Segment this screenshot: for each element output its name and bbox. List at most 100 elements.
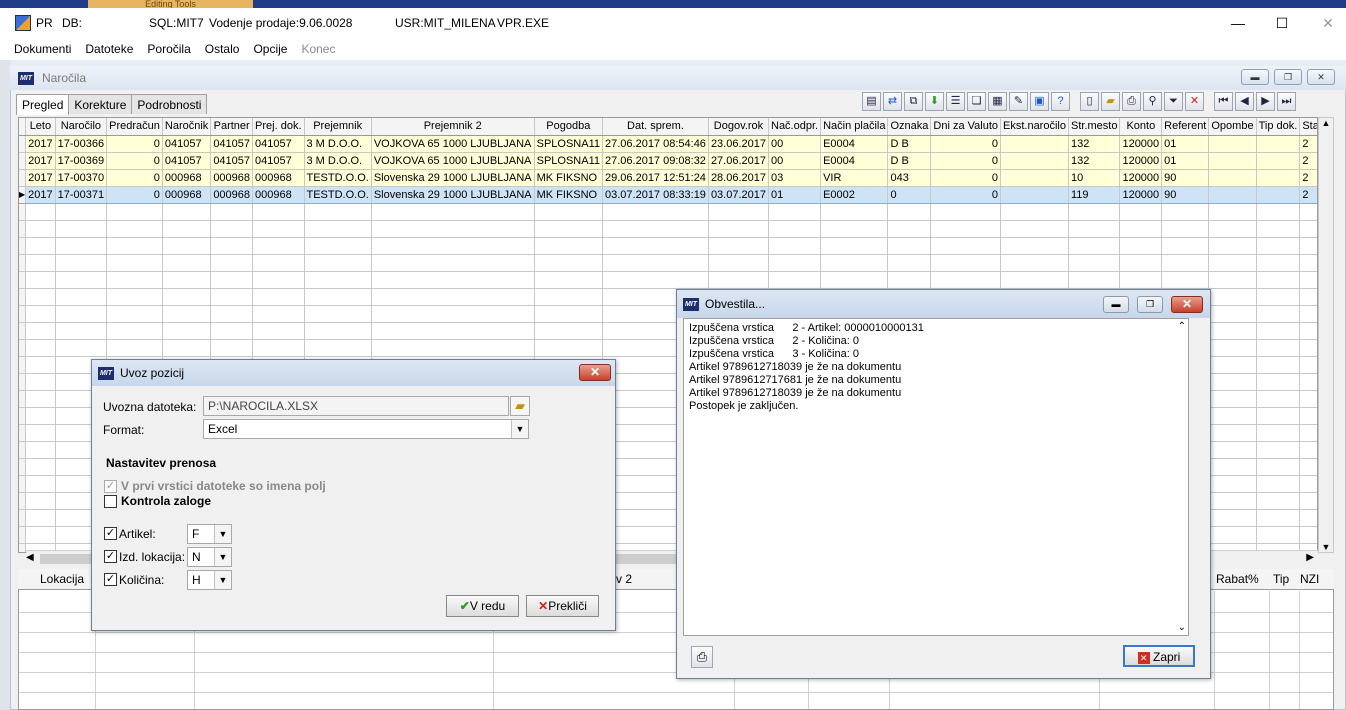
column-header[interactable]: Referent — [1161, 118, 1210, 136]
column-header[interactable]: Konto — [1119, 118, 1163, 136]
column-header[interactable]: Dat. sprem. — [602, 118, 709, 136]
messages-textarea[interactable]: Izpuščena vrstica 2 - Artikel: 000001000… — [683, 318, 1189, 636]
copy-icon[interactable]: ⧉ — [904, 92, 923, 111]
column-header[interactable]: Dogov.rok — [708, 118, 770, 136]
kolicina-column-select[interactable]: H ▼ — [187, 570, 232, 590]
col-nzi[interactable]: NZI — [1300, 572, 1319, 586]
artikel-column-select[interactable]: F ▼ — [187, 524, 232, 544]
grid-vertical-scrollbar[interactable]: ▲ ▼ — [1318, 117, 1334, 553]
scroll-up-icon[interactable]: ⌃ — [1178, 321, 1186, 332]
attach-icon[interactable]: ✎ — [1009, 92, 1028, 111]
column-header[interactable]: Str.mesto — [1068, 118, 1121, 136]
chevron-down-icon[interactable]: ▼ — [214, 548, 231, 566]
lokacija-column-select[interactable]: N ▼ — [187, 547, 232, 567]
tab-korekture[interactable]: Korekture — [68, 94, 133, 114]
first-record-icon[interactable]: ⏮ — [1214, 92, 1233, 111]
table-row[interactable] — [19, 237, 1317, 255]
table-row[interactable]: ▶ 2017 17-00371 0 000968 000968 000968 TESTD.O.… — [19, 185, 1317, 204]
column-header[interactable]: Način plačila — [820, 118, 889, 136]
menu-ostalo[interactable]: Ostalo — [205, 42, 240, 56]
tab-pregled[interactable]: Pregled — [16, 94, 70, 115]
col-tip[interactable]: Tip — [1273, 572, 1289, 586]
next-record-icon[interactable]: ▶ — [1256, 92, 1275, 111]
obvestila-minimize-button[interactable]: ▬ — [1103, 296, 1129, 313]
table-row[interactable] — [19, 271, 1317, 289]
header-row-checkbox[interactable]: ✓ — [104, 480, 117, 493]
chevron-down-icon[interactable]: ▼ — [214, 571, 231, 589]
browse-folder-icon[interactable]: ▰ — [510, 396, 530, 416]
column-header[interactable]: Partner — [210, 118, 254, 136]
form-icon[interactable]: ▦ — [988, 92, 1007, 111]
obvestila-restore-button[interactable]: ❐ — [1137, 296, 1163, 313]
open-folder-icon[interactable]: ▰ — [1101, 92, 1120, 111]
format-select[interactable]: Excel ▼ — [203, 419, 529, 439]
editing-tools-tab[interactable]: Editing Tools — [88, 0, 253, 8]
screen-icon[interactable]: ▣ — [1030, 92, 1049, 111]
column-header[interactable]: Prej. dok. — [252, 118, 305, 136]
menu-porocila[interactable]: Poročila — [147, 42, 190, 56]
artikel-checkbox[interactable]: ✓ — [104, 527, 117, 540]
tab-podrobnosti[interactable]: Podrobnosti — [131, 94, 208, 114]
menu-opcije[interactable]: Opcije — [253, 42, 287, 56]
column-header[interactable]: Nač.odpr. — [768, 118, 822, 136]
zapri-button[interactable]: ✕ Zapri — [1123, 645, 1195, 667]
print-icon[interactable]: ⎙ — [691, 646, 713, 668]
file-input[interactable]: P:\NAROCILA.XLSX — [203, 396, 509, 416]
column-header[interactable]: Prejemnik 2 — [371, 118, 535, 136]
scroll-down-icon[interactable]: ▼ — [1319, 542, 1333, 552]
delete-icon[interactable]: ✕ — [1185, 92, 1204, 111]
list-icon[interactable]: ☰ — [946, 92, 965, 111]
column-header[interactable]: Tip dok. — [1256, 118, 1301, 136]
stock-control-checkbox[interactable] — [104, 495, 117, 508]
table-row[interactable] — [19, 220, 1317, 238]
last-record-icon[interactable]: ⏭ — [1277, 92, 1296, 111]
kolicina-checkbox[interactable]: ✓ — [104, 573, 117, 586]
filter-icon[interactable]: ⏷ — [1164, 92, 1183, 111]
column-header[interactable]: Dni za Valuto — [930, 118, 1001, 136]
table-row[interactable] — [19, 203, 1317, 221]
column-header[interactable]: Prejemnik — [304, 118, 372, 136]
chevron-down-icon[interactable]: ▼ — [214, 525, 231, 543]
column-header[interactable]: Opombe — [1208, 118, 1257, 136]
uvoz-close-button[interactable]: ✕ — [579, 364, 611, 381]
column-header[interactable]: Predračun — [106, 118, 163, 136]
scroll-right-icon[interactable]: ▶ — [1306, 552, 1314, 563]
table-row[interactable]: 2017 17-00366 0 041057 041057 041057 3 M D.O.O… — [19, 135, 1317, 153]
column-header[interactable]: Oznaka — [887, 118, 932, 136]
col-prejemnik2[interactable]: v 2 — [616, 572, 632, 586]
table-row[interactable] — [19, 254, 1317, 272]
scroll-left-icon[interactable]: ◀ — [26, 552, 34, 563]
obvestila-close-button[interactable]: ✕ — [1171, 296, 1203, 313]
column-header[interactable]: Pogodba — [534, 118, 604, 136]
prev-record-icon[interactable]: ◀ — [1235, 92, 1254, 111]
menu-konec[interactable]: Konec — [301, 42, 335, 56]
import-icon[interactable]: ⬇ — [925, 92, 944, 111]
print-icon[interactable]: ⎙ — [1122, 92, 1141, 111]
column-header[interactable]: Naročilo — [55, 118, 108, 136]
cancel-button[interactable]: ✕Prekliči — [526, 595, 599, 617]
new-icon[interactable]: ▯ — [1080, 92, 1099, 111]
report-icon[interactable]: ▤ — [862, 92, 881, 111]
close-button[interactable]: ✕ — [1318, 14, 1338, 32]
scroll-up-icon[interactable]: ▲ — [1319, 118, 1333, 128]
scroll-down-icon[interactable]: ⌄ — [1178, 622, 1186, 633]
child-minimize-button[interactable]: ▬ — [1241, 69, 1269, 85]
help-icon[interactable]: ? — [1051, 92, 1070, 111]
menu-datoteke[interactable]: Datoteke — [85, 42, 133, 56]
column-header[interactable]: Status — [1299, 118, 1317, 136]
documents-icon[interactable]: ❏ — [967, 92, 986, 111]
table-row[interactable]: 2017 17-00369 0 041057 041057 041057 3 M D.O.O… — [19, 152, 1317, 170]
table-row[interactable]: 2017 17-00370 0 000968 000968 000968 TESTD.O.O… — [19, 169, 1317, 187]
column-header[interactable]: Leto — [25, 118, 56, 136]
child-restore-button[interactable]: ❐ — [1274, 69, 1302, 85]
column-header[interactable]: Ekst.naročilo — [1000, 118, 1069, 136]
lokacija-checkbox[interactable]: ✓ — [104, 550, 117, 563]
menu-dokumenti[interactable]: Dokumenti — [14, 42, 71, 56]
child-close-button[interactable]: ✕ — [1307, 69, 1335, 85]
ok-button[interactable]: ✔V redu — [446, 595, 519, 617]
column-header[interactable]: Naročnik — [162, 118, 212, 136]
minimize-button[interactable]: — — [1228, 14, 1248, 32]
chevron-down-icon[interactable]: ▼ — [511, 420, 528, 438]
col-lokacija[interactable]: Lokacija — [40, 572, 84, 586]
col-rabat[interactable]: Rabat% — [1216, 572, 1259, 586]
